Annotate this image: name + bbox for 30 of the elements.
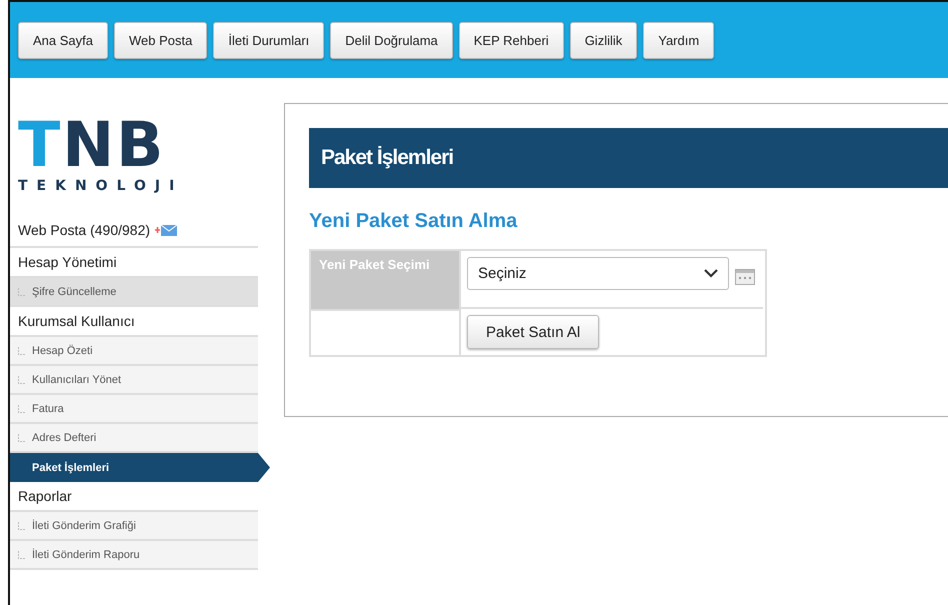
sidebar-item[interactable]: Kullanıcıları Yönet bbox=[10, 366, 258, 395]
nav-button[interactable]: Web Posta bbox=[114, 22, 208, 59]
panel-title: Paket İşlemleri bbox=[309, 128, 948, 188]
nav-button[interactable]: İleti Durumları bbox=[213, 22, 324, 59]
chevron-icon bbox=[704, 269, 718, 278]
tree-connector-icon bbox=[18, 346, 26, 354]
sidebar-item[interactable]: İleti Gönderim Grafiği bbox=[10, 512, 258, 541]
tree-connector-icon bbox=[18, 434, 26, 442]
buy-package-button[interactable]: Paket Satın Al bbox=[467, 315, 600, 349]
package-select[interactable]: Seçiniz bbox=[467, 257, 729, 290]
tree-connector-icon bbox=[18, 404, 26, 412]
sidebar-item[interactable]: Fatura bbox=[10, 395, 258, 424]
nav-button[interactable]: KEP Rehberi bbox=[458, 22, 564, 59]
tree-connector-icon bbox=[18, 376, 26, 384]
calendar-icon bbox=[735, 269, 755, 285]
mail-icon bbox=[154, 224, 178, 236]
tree-connector-icon bbox=[18, 550, 26, 558]
sidebar-item[interactable]: İleti Gönderim Raporu bbox=[10, 541, 258, 570]
nav-button[interactable]: Gizlilik bbox=[570, 22, 638, 59]
sidebar-item[interactable]: Hesap Özeti bbox=[10, 337, 258, 366]
tree-connector-icon bbox=[18, 288, 26, 296]
tree-connector-icon bbox=[18, 522, 26, 530]
nav-button[interactable]: Yardım bbox=[643, 22, 714, 59]
sidebar-item[interactable]: Adres Defteri bbox=[10, 424, 258, 453]
sidebar-item[interactable]: Şifre Güncelleme bbox=[10, 278, 258, 307]
nav-button[interactable]: Ana Sayfa bbox=[18, 22, 108, 59]
logo: TNB TEKNOLOJI bbox=[17, 116, 184, 194]
nav-button[interactable]: Delil Doğrulama bbox=[330, 22, 453, 59]
sidebar-item[interactable]: Paket İşlemleri bbox=[10, 453, 270, 482]
section-title: Yeni Paket Satın Alma bbox=[309, 210, 518, 233]
